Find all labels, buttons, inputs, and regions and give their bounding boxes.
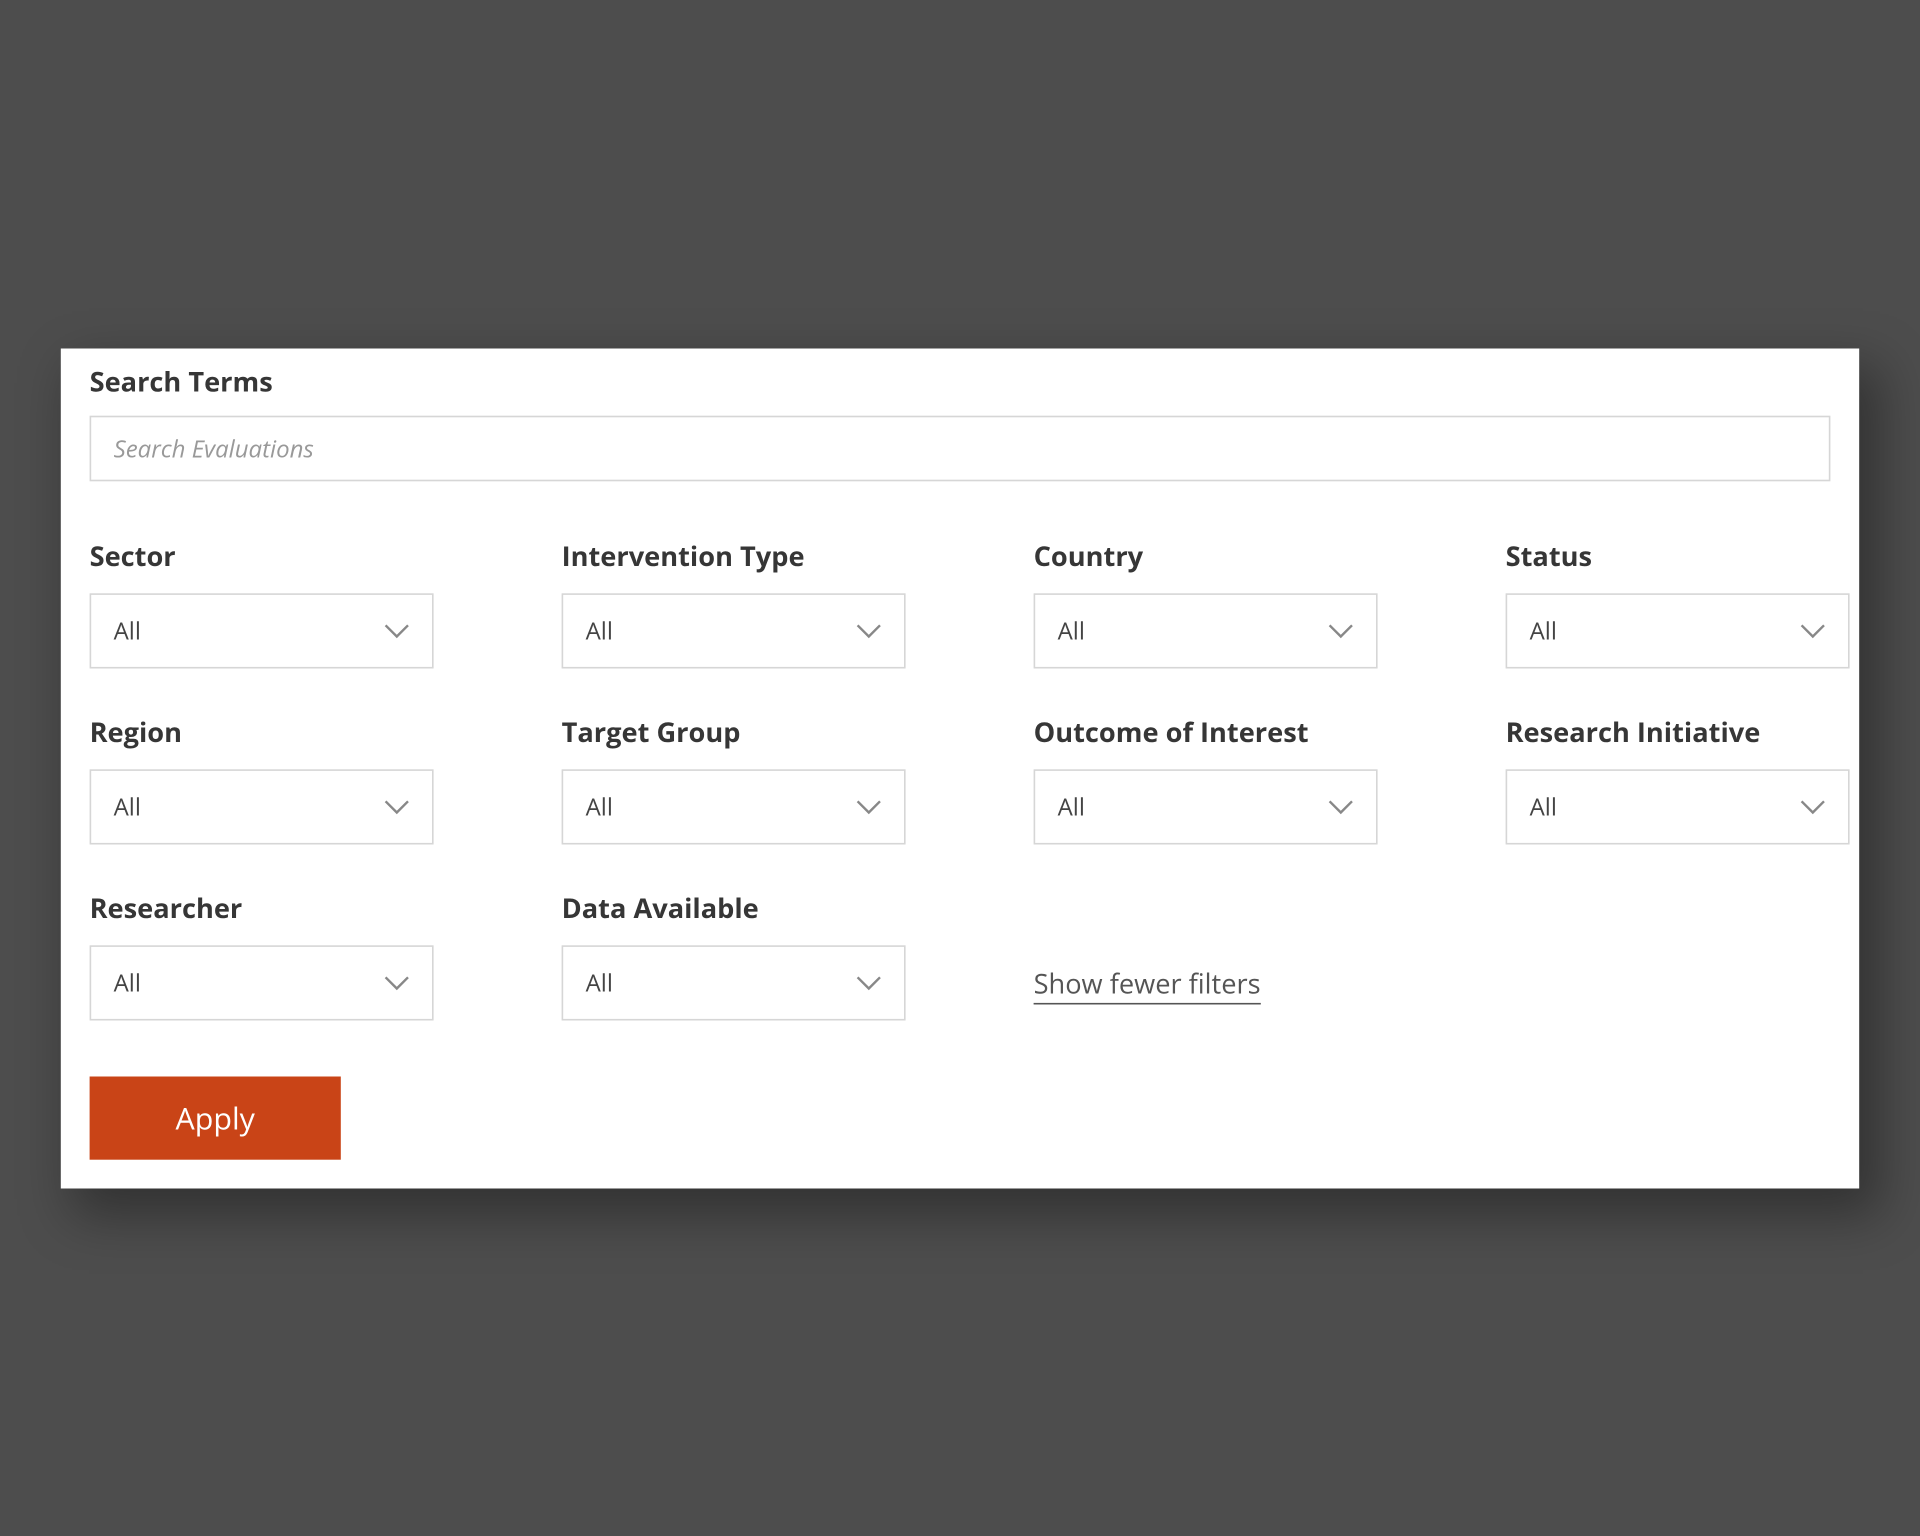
search-terms-section: Search Terms (90, 362, 1831, 480)
chevron-down-icon (1328, 798, 1354, 814)
dropdown-value-data-available: All (586, 966, 613, 998)
search-terms-label: Search Terms (90, 362, 1831, 399)
filter-label-researcher: Researcher (90, 889, 434, 926)
dropdown-value-target-group: All (586, 790, 613, 822)
dropdown-sector[interactable]: All (90, 593, 434, 668)
dropdown-value-status: All (1530, 614, 1557, 646)
filter-country: Country All (1034, 537, 1378, 668)
filter-research-initiative: Research Initiative All (1506, 713, 1850, 844)
dropdown-target-group[interactable]: All (562, 769, 906, 844)
chevron-down-icon (1800, 798, 1826, 814)
chevron-down-icon (856, 622, 882, 638)
empty-cell (1506, 889, 1850, 1020)
search-filter-panel: Search Terms Sector All Intervention Typ… (61, 348, 1859, 1188)
filter-label-intervention-type: Intervention Type (562, 537, 906, 574)
filter-researcher: Researcher All (90, 889, 434, 1020)
chevron-down-icon (384, 622, 410, 638)
dropdown-value-outcome-of-interest: All (1058, 790, 1085, 822)
dropdown-value-region: All (114, 790, 141, 822)
filter-outcome-of-interest: Outcome of Interest All (1034, 713, 1378, 844)
filter-label-target-group: Target Group (562, 713, 906, 750)
chevron-down-icon (856, 974, 882, 990)
dropdown-value-country: All (1058, 614, 1085, 646)
chevron-down-icon (1800, 622, 1826, 638)
filter-target-group: Target Group All (562, 713, 906, 844)
chevron-down-icon (384, 798, 410, 814)
filter-sector: Sector All (90, 537, 434, 668)
dropdown-value-research-initiative: All (1530, 790, 1557, 822)
dropdown-status[interactable]: All (1506, 593, 1850, 668)
dropdown-outcome-of-interest[interactable]: All (1034, 769, 1378, 844)
filter-intervention-type: Intervention Type All (562, 537, 906, 668)
filters-grid: Sector All Intervention Type All Country… (90, 537, 1831, 1020)
filter-label-research-initiative: Research Initiative (1506, 713, 1850, 750)
filter-data-available: Data Available All (562, 889, 906, 1020)
filter-label-data-available: Data Available (562, 889, 906, 926)
dropdown-country[interactable]: All (1034, 593, 1378, 668)
chevron-down-icon (856, 798, 882, 814)
filter-region: Region All (90, 713, 434, 844)
dropdown-data-available[interactable]: All (562, 945, 906, 1020)
dropdown-region[interactable]: All (90, 769, 434, 844)
show-fewer-filters-link[interactable]: Show fewer filters (1034, 964, 1261, 1004)
chevron-down-icon (384, 974, 410, 990)
dropdown-value-researcher: All (114, 966, 141, 998)
filter-label-country: Country (1034, 537, 1378, 574)
dropdown-value-sector: All (114, 614, 141, 646)
filter-label-sector: Sector (90, 537, 434, 574)
search-input[interactable] (90, 415, 1831, 481)
dropdown-researcher[interactable]: All (90, 945, 434, 1020)
chevron-down-icon (1328, 622, 1354, 638)
apply-button[interactable]: Apply (90, 1076, 341, 1159)
filter-label-region: Region (90, 713, 434, 750)
filter-label-outcome-of-interest: Outcome of Interest (1034, 713, 1378, 750)
toggle-filters-container: Show fewer filters (1034, 889, 1378, 1020)
dropdown-intervention-type[interactable]: All (562, 593, 906, 668)
filter-status: Status All (1506, 537, 1850, 668)
dropdown-value-intervention-type: All (586, 614, 613, 646)
filter-label-status: Status (1506, 537, 1850, 574)
dropdown-research-initiative[interactable]: All (1506, 769, 1850, 844)
